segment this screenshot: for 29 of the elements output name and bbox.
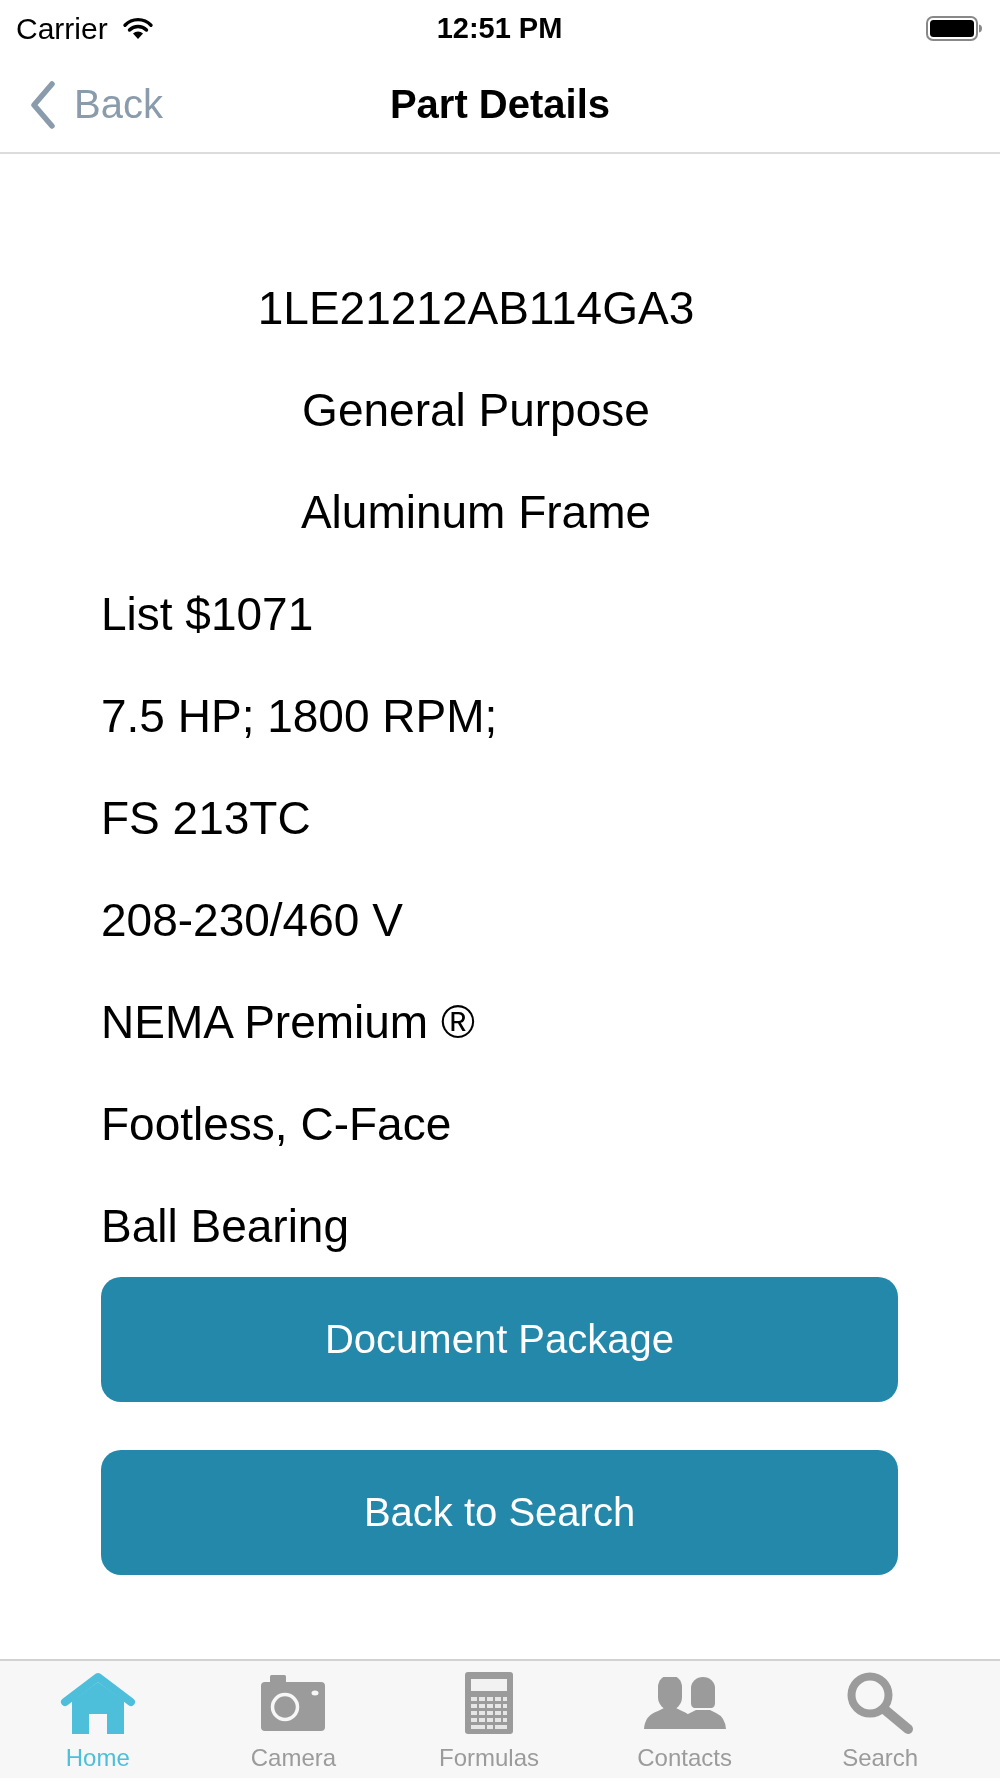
chevron-left-icon <box>30 80 56 129</box>
battery-icon <box>926 16 983 41</box>
people-icon <box>643 1677 726 1729</box>
calculator-icon <box>465 1672 513 1734</box>
spec-line: Ball Bearing <box>101 1200 350 1253</box>
back-button[interactable]: Back <box>30 80 163 129</box>
tab-bar-item[interactable]: Contacts <box>586 1661 783 1778</box>
camera-icon <box>261 1675 326 1731</box>
part-heading: Aluminum Frame <box>300 486 652 539</box>
spec-line: Footless, C-Face <box>101 1098 452 1151</box>
search-icon <box>846 1671 915 1735</box>
tab-bar-item[interactable]: Camera <box>195 1661 392 1778</box>
page-title: Part Details <box>389 82 611 127</box>
spec-line: 7.5 HP; 1800 RPM; <box>101 690 498 743</box>
tab-bar-item[interactable]: Formulas <box>391 1661 587 1778</box>
house-icon <box>59 1671 136 1735</box>
tab-bar-item[interactable]: Home <box>0 1661 196 1778</box>
spec-line: FS 213TC <box>101 792 311 845</box>
back-to-search-button[interactable]: Back to Search <box>101 1450 898 1575</box>
spec-line: List $1071 <box>101 588 314 641</box>
spec-line: 208-230/460 V <box>101 894 403 947</box>
spec-line: NEMA Premium ® <box>101 996 475 1049</box>
tab-bar-item[interactable]: Search <box>782 1661 978 1778</box>
wifi-icon <box>121 16 154 41</box>
carrier-label: Carrier <box>16 11 108 46</box>
part-number: 1LE21212AB114GA3 <box>257 282 695 335</box>
clock-time: 12:51 PM <box>436 12 563 45</box>
part-heading: General Purpose <box>302 384 650 437</box>
document-package-button[interactable]: Document Package <box>101 1277 898 1402</box>
